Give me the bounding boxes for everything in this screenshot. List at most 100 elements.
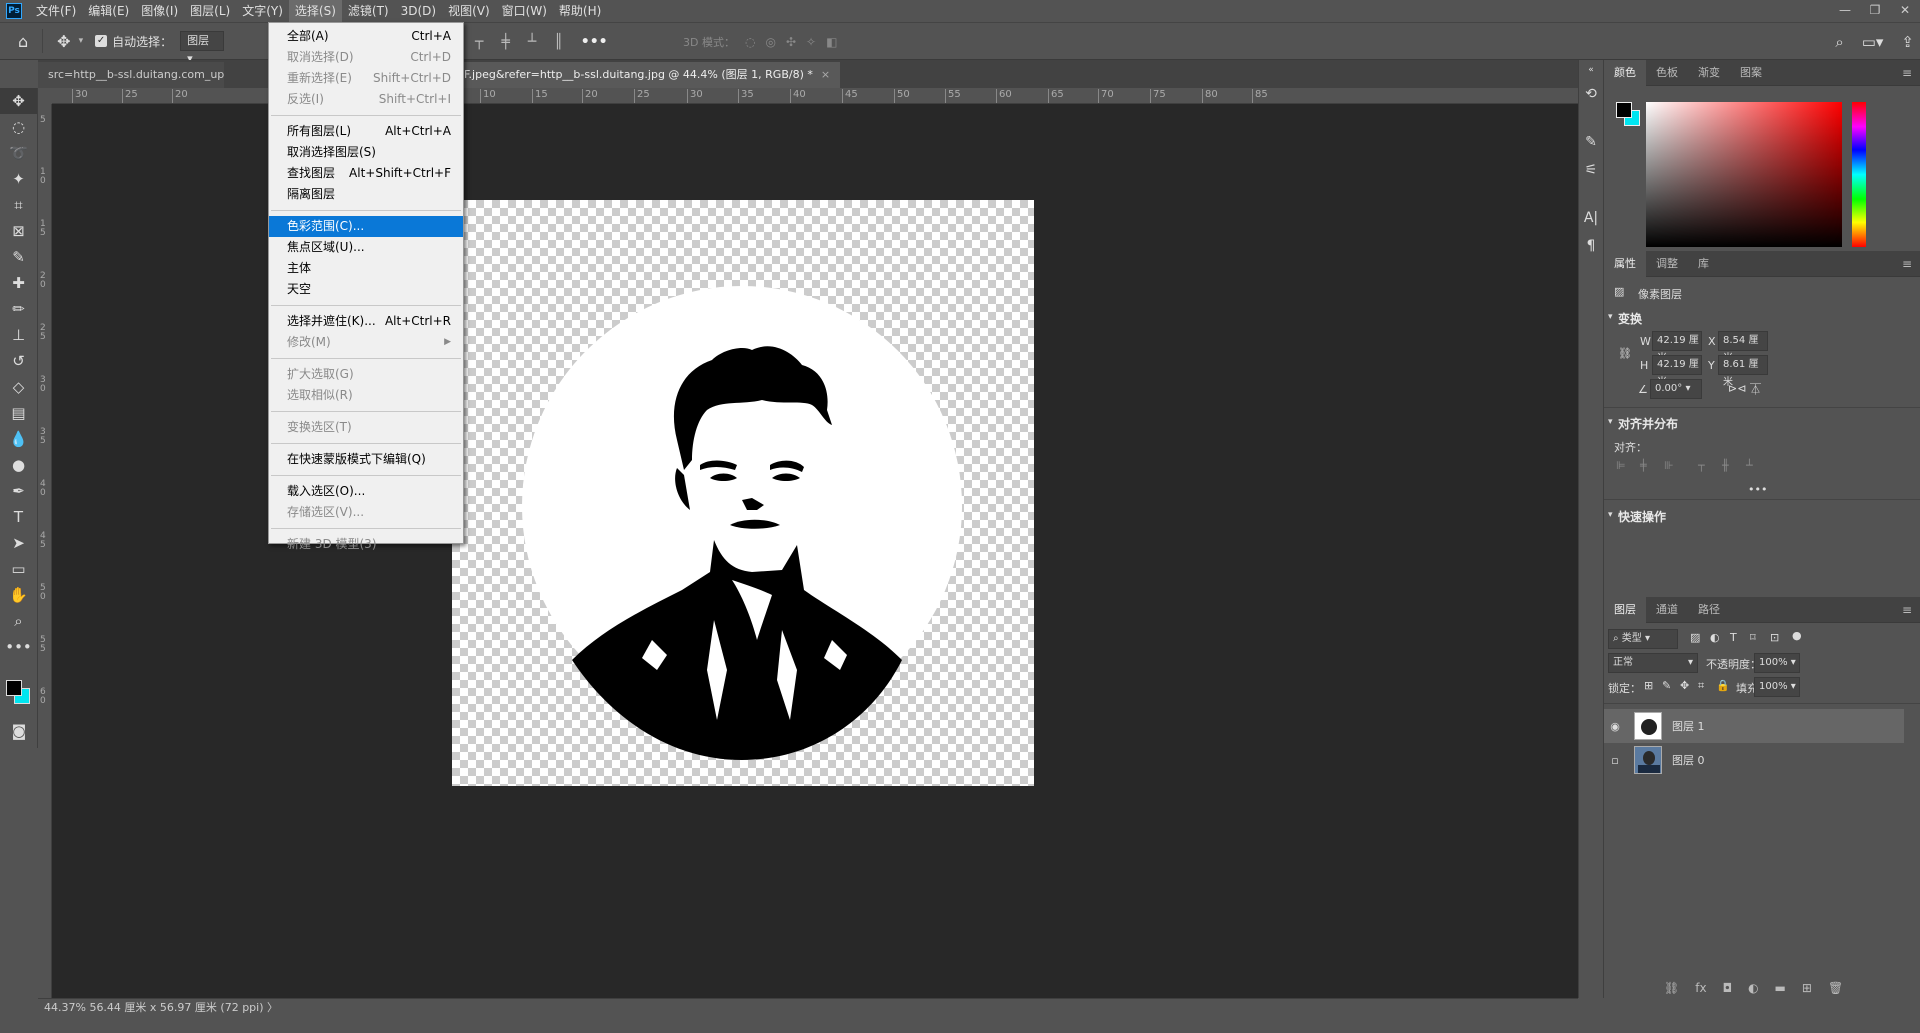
lock-all-icon[interactable]: 🔒 <box>1716 679 1730 692</box>
align-top-icon[interactable]: ┬ <box>475 34 483 50</box>
brush-tool-icon[interactable]: ✏ <box>0 296 37 322</box>
dodge-tool-icon[interactable]: ● <box>0 452 37 478</box>
filter-toggle-icon[interactable]: ● <box>1792 629 1802 642</box>
menu-item[interactable]: 色彩范围(C)... <box>269 216 463 237</box>
panel-menu-icon[interactable]: ≡ <box>1902 251 1912 277</box>
filter-shape-icon[interactable]: ⌑ <box>1750 631 1756 644</box>
width-field[interactable]: 42.19 厘米 <box>1652 331 1702 364</box>
tab-paths[interactable]: 路径 <box>1688 597 1730 623</box>
magic-wand-icon[interactable]: ✦ <box>0 166 37 192</box>
menu-layer[interactable]: 图层(L) <box>184 0 236 22</box>
tab-color[interactable]: 颜色 <box>1604 59 1646 86</box>
type-tool-icon[interactable]: T <box>0 504 37 530</box>
menu-item[interactable]: 隔离图层 <box>269 184 463 205</box>
shape-tool-icon[interactable]: ▭ <box>0 556 37 582</box>
menu-type[interactable]: 文字(Y) <box>236 0 289 22</box>
tab-patterns[interactable]: 图案 <box>1730 60 1772 86</box>
eyedropper-icon[interactable]: ✎ <box>0 244 37 270</box>
fx-icon[interactable]: fx <box>1695 981 1706 995</box>
menu-item[interactable]: 取消选择图层(S) <box>269 142 463 163</box>
blend-mode-dropdown[interactable]: 正常 ▾ <box>1608 653 1698 673</box>
move-tool-icon[interactable]: ✥ <box>0 88 37 114</box>
filter-adjust-icon[interactable]: ◐ <box>1710 631 1720 644</box>
minimize-icon[interactable]: — <box>1830 0 1860 22</box>
expand-panels-icon[interactable]: « <box>1579 60 1603 80</box>
opacity-field[interactable]: 100% ▾ <box>1754 653 1800 673</box>
brush-settings-icon[interactable]: ✎ <box>1579 128 1603 156</box>
restore-icon[interactable]: ❐ <box>1860 0 1890 22</box>
auto-select-target-dropdown[interactable]: 图层 ▾ <box>180 31 225 65</box>
menu-view[interactable]: 视图(V) <box>442 0 496 22</box>
tab-channels[interactable]: 通道 <box>1646 597 1688 623</box>
layer-name[interactable]: 图层 1 <box>1672 718 1705 734</box>
foreground-color-swatch[interactable] <box>6 680 22 696</box>
auto-select-checkbox[interactable]: ✓ <box>95 35 108 47</box>
frame-tool-icon[interactable]: ⊠ <box>0 218 37 244</box>
visibility-eye-icon[interactable]: ◉ <box>1604 720 1626 733</box>
menu-item[interactable]: 载入选区(O)... <box>269 481 463 502</box>
collapse-arrow-icon[interactable]: ▾ <box>1608 417 1613 427</box>
menu-edit[interactable]: 编辑(E) <box>82 0 135 22</box>
align-bottom-icon[interactable]: ┴ <box>528 34 536 50</box>
doc-tab-1[interactable]: src=http__b-ssl.duitang.com_uploads_ite <box>38 62 224 88</box>
menu-select[interactable]: 选择(S) <box>288 0 342 22</box>
blur-tool-icon[interactable]: 💧 <box>0 426 37 452</box>
adjustment-layer-icon[interactable]: ◐ <box>1748 981 1758 995</box>
layer-name[interactable]: 图层 0 <box>1672 752 1705 768</box>
visibility-off-icon[interactable]: ▫ <box>1604 754 1626 767</box>
more-options-icon[interactable]: ••• <box>581 34 608 50</box>
new-group-icon[interactable]: ▬ <box>1775 981 1786 995</box>
document-canvas[interactable] <box>452 200 1034 786</box>
quick-mask-icon[interactable]: ◙ <box>0 718 38 744</box>
layer-row[interactable]: ◉ 图层 1 <box>1604 709 1904 743</box>
menu-item[interactable]: 天空 <box>269 279 463 300</box>
lock-position-icon[interactable]: ✥ <box>1680 679 1689 692</box>
menu-item[interactable]: 所有图层(L) Alt+Ctrl+A <box>269 121 463 142</box>
lock-artboard-icon[interactable]: ⌗ <box>1698 679 1704 693</box>
new-layer-icon[interactable]: ⊞ <box>1802 981 1812 995</box>
menu-3d[interactable]: 3D(D) <box>395 0 442 22</box>
menu-item[interactable]: 查找图层 Alt+Shift+Ctrl+F <box>269 163 463 184</box>
angle-field[interactable]: 0.00° ▾ <box>1650 379 1702 399</box>
x-field[interactable]: 8.54 厘米 <box>1718 331 1768 364</box>
tab-layers[interactable]: 图层 <box>1604 596 1646 623</box>
panel-menu-icon[interactable]: ≡ <box>1902 597 1912 623</box>
link-layers-icon[interactable]: ⛓ <box>1664 981 1679 995</box>
y-field[interactable]: 8.61 厘米 <box>1718 355 1768 388</box>
filter-type-icon[interactable]: T <box>1730 631 1737 644</box>
history-icon[interactable]: ⟲ <box>1579 80 1603 108</box>
panel-menu-icon[interactable]: ≡ <box>1902 60 1912 86</box>
close-tab-icon[interactable]: × <box>821 68 830 81</box>
home-icon[interactable]: ⌂ <box>18 32 28 51</box>
filter-smart-icon[interactable]: ⊡ <box>1770 631 1779 644</box>
gradient-tool-icon[interactable]: ▤ <box>0 400 37 426</box>
menu-image[interactable]: 图像(I) <box>135 0 184 22</box>
more-icon[interactable]: ••• <box>1748 483 1767 496</box>
lock-pixels-icon[interactable]: ✎ <box>1662 679 1671 692</box>
menu-item[interactable]: 选择并遮住(K)... Alt+Ctrl+R <box>269 311 463 332</box>
menu-file[interactable]: 文件(F) <box>30 0 82 22</box>
color-foreground-swatch[interactable] <box>1616 102 1632 118</box>
align-vcenter-icon[interactable]: ╪ <box>501 34 509 50</box>
color-field[interactable] <box>1646 102 1842 247</box>
collapse-arrow-icon[interactable]: ▾ <box>1608 312 1613 322</box>
delete-layer-icon[interactable]: 🗑 <box>1828 981 1843 995</box>
tab-properties[interactable]: 属性 <box>1604 250 1646 277</box>
height-field[interactable]: 42.19 厘米 <box>1652 355 1702 388</box>
menu-item[interactable]: 全部(A) Ctrl+A <box>269 26 463 47</box>
menu-item[interactable]: 焦点区域(U)... <box>269 237 463 258</box>
search-icon[interactable]: ⌕ <box>1835 33 1843 51</box>
menu-item[interactable]: 在快速蒙版模式下编辑(Q) <box>269 449 463 470</box>
hue-slider[interactable] <box>1852 102 1866 247</box>
add-mask-icon[interactable]: ◘ <box>1723 981 1733 995</box>
lasso-tool-icon[interactable]: ➰ <box>0 140 37 166</box>
menu-item[interactable]: 主体 <box>269 258 463 279</box>
menu-window[interactable]: 窗口(W) <box>496 0 553 22</box>
clone-stamp-icon[interactable]: ⊥ <box>0 322 37 348</box>
more-tools-icon[interactable]: ••• <box>0 634 37 660</box>
menu-filter[interactable]: 滤镜(T) <box>342 0 395 22</box>
move-tool-icon[interactable]: ✥ <box>57 32 70 51</box>
collapse-arrow-icon[interactable]: ▾ <box>1608 510 1613 520</box>
paragraph-icon[interactable]: ¶ <box>1579 232 1603 260</box>
doc-tab-2[interactable]: F.jpeg&refer=http__b-ssl.duitang.jpg @ 4… <box>454 62 841 88</box>
